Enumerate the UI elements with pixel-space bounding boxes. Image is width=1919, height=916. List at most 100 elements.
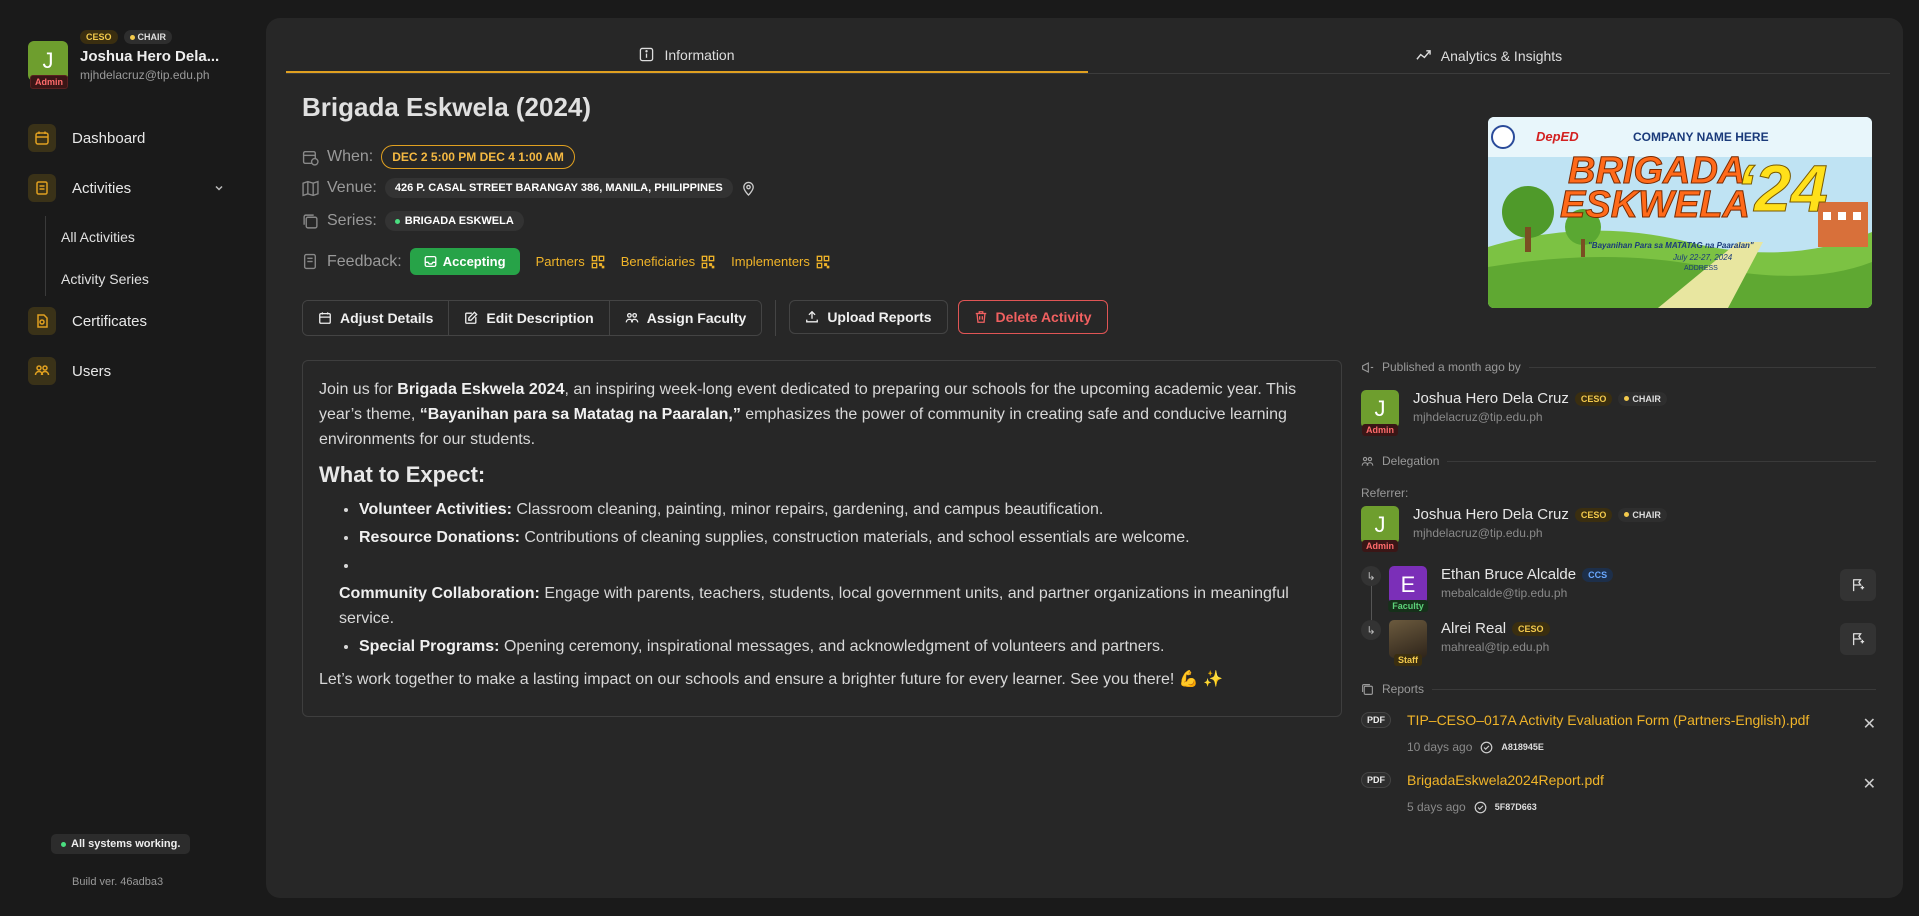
list-item: Special Programs: Opening ceremony, insp… xyxy=(359,634,1325,659)
info-icon xyxy=(640,47,654,62)
system-status: All systems working. xyxy=(51,834,191,854)
poster-dates: July 22-27, 2024 xyxy=(1673,253,1733,262)
tab-analytics[interactable]: Analytics & Insights xyxy=(1088,38,1890,73)
role-badge: Admin xyxy=(1362,540,1398,552)
reply-arrow-icon: ↳ xyxy=(1361,620,1381,640)
nav-all-activities[interactable]: All Activities xyxy=(61,216,149,258)
report-flag-button[interactable] xyxy=(1840,623,1876,655)
referrer-name: Joshua Hero Dela Cruz xyxy=(1413,506,1569,523)
avatar: J Admin xyxy=(1361,506,1399,552)
tag-chair: CHAIR xyxy=(123,30,173,44)
remove-report-button[interactable]: ✕ xyxy=(1863,774,1876,794)
series-value[interactable]: BRIGADA ESKWELA xyxy=(384,211,524,231)
users-icon xyxy=(1361,456,1374,466)
delegate-name: Ethan Bruce Alcalde xyxy=(1441,566,1577,583)
map-icon xyxy=(302,180,319,196)
pdf-badge: PDF xyxy=(1361,712,1391,728)
check-circle-icon xyxy=(1481,741,1493,753)
published-header: Published a month ago by xyxy=(1361,360,1876,374)
beneficiaries-feedback-link[interactable]: Beneficiaries xyxy=(621,254,715,269)
edit-icon xyxy=(465,311,478,324)
report-item: PDF BrigadaEskwela2024Report.pdf 5 days … xyxy=(1361,772,1876,814)
company-name: COMPANY NAME HERE xyxy=(1633,130,1769,144)
publisher: J Admin Joshua Hero Dela Cruz CESO CHAIR … xyxy=(1361,390,1876,436)
tab-bar: Information Analytics & Insights xyxy=(286,38,1890,74)
edit-button-group: Adjust Details Edit Description Assign F… xyxy=(302,300,763,336)
adjust-details-button[interactable]: Adjust Details xyxy=(303,301,450,335)
qr-code-icon xyxy=(591,255,605,268)
when-row: When: DEC 2 5:00 PM DEC 4 1:00 AM xyxy=(302,145,575,169)
delegation-header: Delegation xyxy=(1361,454,1876,468)
edit-description-button[interactable]: Edit Description xyxy=(449,301,610,335)
page-title: Brigada Eskwela (2024) xyxy=(302,92,592,122)
nav-certificates[interactable]: Certificates xyxy=(28,307,147,335)
published-section: Published a month ago by J Admin Joshua H… xyxy=(1361,360,1876,436)
users-icon xyxy=(625,312,639,323)
referrer: J Admin Joshua Hero Dela Cruz CESO CHAIR … xyxy=(1361,506,1876,552)
venue-value: 426 P. CASAL STREET BARANGAY 386, MANILA… xyxy=(384,178,733,198)
tag-chair: CHAIR xyxy=(1618,507,1667,522)
activities-subnav: All Activities Activity Series xyxy=(45,216,149,296)
tag-ceso: CESO xyxy=(80,30,118,44)
nav-users[interactable]: Users xyxy=(28,357,111,385)
reports-section: Reports PDF TIP–CESO–017A Activity Evalu… xyxy=(1361,682,1876,814)
user-card[interactable]: J Admin CESO CHAIR Joshua Hero Dela... m… xyxy=(28,30,219,89)
delete-activity-button[interactable]: Delete Activity xyxy=(957,300,1108,334)
feedback-row: Feedback: Accepting Partners Beneficiari… xyxy=(302,248,830,275)
calendar-icon xyxy=(28,124,56,152)
certificate-icon xyxy=(28,307,56,335)
report-hash: A818945E xyxy=(1501,742,1544,752)
intro-paragraph: Join us for Brigada Eskwela 2024, an ins… xyxy=(319,381,1297,448)
poster-year: ‘24 xyxy=(1736,151,1829,225)
role-badge: Staff xyxy=(1394,654,1422,666)
role-badge: Admin xyxy=(30,75,68,89)
avatar-initial: J xyxy=(42,48,54,73)
reply-arrow-icon: ↳ xyxy=(1361,566,1381,586)
avatar-photo: Staff xyxy=(1389,620,1427,666)
report-time: 10 days ago xyxy=(1407,740,1473,754)
nav-dashboard[interactable]: Dashboard xyxy=(28,124,145,152)
referrer-label: Referrer: xyxy=(1361,486,1409,500)
expect-list: Volunteer Activities: Classroom cleaning… xyxy=(359,497,1325,578)
deped-logo: DepED xyxy=(1536,129,1579,144)
feedback-accepting-toggle[interactable]: Accepting xyxy=(409,248,520,275)
qr-code-icon xyxy=(816,255,830,268)
avatar: J Admin xyxy=(28,41,68,89)
upload-reports-button[interactable]: Upload Reports xyxy=(789,300,948,334)
delegate-row: ↳ E Faculty Ethan Bruce Alcalde CCS mebal… xyxy=(1361,566,1876,612)
tag-ccs: CCS xyxy=(1582,567,1614,582)
report-file-link[interactable]: TIP–CESO–017A Activity Evaluation Form (… xyxy=(1407,712,1876,728)
tag-ceso: CESO xyxy=(1574,507,1613,522)
publisher-email: mjhdelacruz@tip.edu.ph xyxy=(1413,410,1543,424)
chevron-down-icon[interactable] xyxy=(214,180,224,197)
assign-faculty-button[interactable]: Assign Faculty xyxy=(609,301,762,335)
document-icon xyxy=(28,174,56,202)
location-pin-icon[interactable] xyxy=(741,181,756,196)
reports-header: Reports xyxy=(1361,682,1876,696)
list-item: Community Collaboration: Engage with par… xyxy=(339,585,1289,627)
partners-feedback-link[interactable]: Partners xyxy=(536,254,605,269)
remove-report-button[interactable]: ✕ xyxy=(1863,714,1876,734)
tab-information[interactable]: Information xyxy=(286,38,1088,73)
build-version: Build ver. 46adba3 xyxy=(72,876,164,888)
files-icon xyxy=(1362,683,1373,695)
upload-icon xyxy=(806,310,819,323)
referrer-email: mjhdelacruz@tip.edu.ph xyxy=(1413,526,1543,540)
report-flag-button[interactable] xyxy=(1840,569,1876,601)
qr-code-icon xyxy=(701,255,715,268)
series-icon xyxy=(303,213,318,229)
nav-activity-series[interactable]: Activity Series xyxy=(61,258,149,300)
tag-ceso: CESO xyxy=(1574,391,1613,406)
list-item: Volunteer Activities: Classroom cleaning… xyxy=(359,497,1325,522)
users-icon xyxy=(28,357,56,385)
what-to-expect-heading: What to Expect: xyxy=(319,462,486,487)
avatar: E Faculty xyxy=(1388,566,1428,612)
implementers-feedback-link[interactable]: Implementers xyxy=(731,254,830,269)
user-email: mjhdelacruz@tip.edu.ph xyxy=(80,68,210,82)
report-file-link[interactable]: BrigadaEskwela2024Report.pdf xyxy=(1407,772,1876,788)
delegate-email: mahreal@tip.edu.ph xyxy=(1441,640,1550,654)
pdf-badge: PDF xyxy=(1361,772,1391,788)
report-time: 5 days ago xyxy=(1407,800,1466,814)
nav-activities[interactable]: Activities xyxy=(28,174,224,202)
closing-paragraph: Let’s work together to make a lasting im… xyxy=(319,671,1224,688)
